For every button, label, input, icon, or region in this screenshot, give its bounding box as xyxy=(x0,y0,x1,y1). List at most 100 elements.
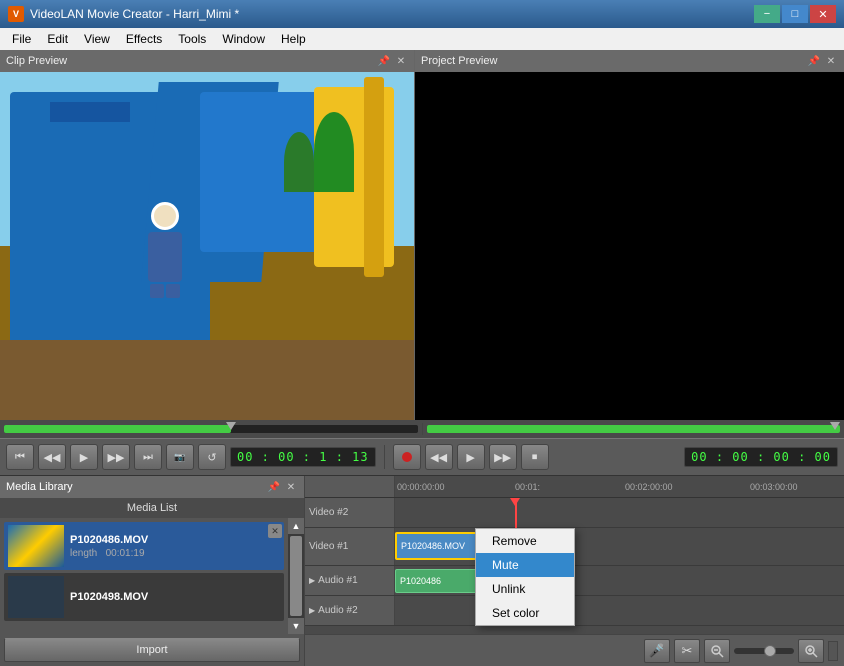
tracks-container: Video #2 Video #1 P1020486.MOV xyxy=(305,498,844,634)
close-button[interactable]: ✕ xyxy=(810,5,836,23)
zoom-out-button[interactable] xyxy=(704,639,730,663)
mic-button[interactable]: 🎤 xyxy=(644,639,670,663)
media-scroll-thumb[interactable] xyxy=(290,536,302,616)
controls-separator xyxy=(384,445,385,469)
media-item-close[interactable]: ✕ xyxy=(268,524,282,538)
media-list-inner: P1020486.MOV length 00:01:19 ✕ xyxy=(0,518,288,634)
media-name: P1020498.MOV xyxy=(70,591,280,603)
project-preview-label: Project Preview xyxy=(421,55,497,67)
bottom-area: Media Library 📌 ✕ Media List P1020486.MO… xyxy=(0,476,844,666)
title-bar-controls[interactable]: − □ ✕ xyxy=(754,5,836,23)
project-preview-header-btns: 📌 ✕ xyxy=(807,54,838,68)
media-library-label: Media Library xyxy=(6,481,73,493)
project-play-button[interactable]: ▶ xyxy=(457,444,485,470)
main-content: Clip Preview 📌 ✕ xyxy=(0,50,844,666)
project-stop-button[interactable]: ⏹ xyxy=(521,444,549,470)
track-label-audio1: ▶ Audio #1 xyxy=(305,566,395,595)
clip-preview-header: Clip Preview 📌 ✕ xyxy=(0,50,414,72)
media-thumb xyxy=(8,525,64,567)
track-content-video1[interactable]: P1020486.MOV Remove Mute Unlink Set colo… xyxy=(395,528,844,565)
zoom-in-button[interactable] xyxy=(798,639,824,663)
timeline-ruler[interactable]: 00:00:00:00 00:01: 00:02:00:00 00:03:00:… xyxy=(395,476,844,497)
media-library-header: Media Library 📌 ✕ xyxy=(0,476,304,498)
progress-bar-area xyxy=(0,420,844,438)
clip-loop-button[interactable]: ↺ xyxy=(198,444,226,470)
clip-video-area xyxy=(0,72,414,420)
clip-progress-marker xyxy=(226,422,236,430)
menu-file[interactable]: File xyxy=(4,28,39,50)
clip-name: P1020486 xyxy=(400,576,441,586)
record-button[interactable] xyxy=(393,444,421,470)
scissors-button[interactable]: ✂ xyxy=(674,639,700,663)
media-library-pin[interactable]: 📌 xyxy=(267,480,281,494)
menu-tools[interactable]: Tools xyxy=(170,28,214,50)
track-expand-arrow[interactable]: ▶ xyxy=(309,606,315,615)
track-content-video2[interactable] xyxy=(395,498,844,527)
ruler-mark: 00:02:00:00 xyxy=(625,482,673,492)
project-progress-fill xyxy=(427,425,841,433)
clip-back-step-button[interactable]: ◀◀ xyxy=(38,444,66,470)
clip-fast-forward-button[interactable]: ⏭ xyxy=(134,444,162,470)
controls-area: ⏮ ◀◀ ▶ ▶▶ ⏭ 📷 ↺ 00 : 00 : 1 : 13 ◀◀ ▶ ▶▶… xyxy=(0,438,844,476)
clip-rewind-button[interactable]: ⏮ xyxy=(6,444,34,470)
media-scroll-down[interactable]: ▼ xyxy=(288,618,304,634)
media-scroll-track[interactable]: ▲ ▼ xyxy=(288,518,304,634)
clip-preview-panel: Clip Preview 📌 ✕ xyxy=(0,50,415,420)
timeline-scroll-handle[interactable] xyxy=(828,641,838,661)
clip-play-button[interactable]: ▶ xyxy=(70,444,98,470)
media-name: P1020486.MOV xyxy=(70,534,280,546)
context-menu: Remove Mute Unlink Set color xyxy=(475,528,575,626)
import-button[interactable]: Import xyxy=(4,638,300,662)
ctx-mute[interactable]: Mute xyxy=(476,553,574,577)
clip-preview-header-btns: 📌 ✕ xyxy=(377,54,408,68)
clip-preview-pin[interactable]: 📌 xyxy=(377,54,391,68)
media-library-close[interactable]: ✕ xyxy=(284,480,298,494)
media-thumb xyxy=(8,576,64,618)
clip-progress-track[interactable] xyxy=(4,425,418,433)
media-item[interactable]: P1020486.MOV length 00:01:19 ✕ xyxy=(4,522,284,570)
project-forward-button[interactable]: ▶▶ xyxy=(489,444,517,470)
ruler-mark: 00:03:00:00 xyxy=(750,482,798,492)
menu-help[interactable]: Help xyxy=(273,28,314,50)
project-preview-header: Project Preview 📌 ✕ xyxy=(415,50,844,72)
menu-bar: File Edit View Effects Tools Window Help xyxy=(0,28,844,50)
zoom-slider[interactable] xyxy=(734,648,794,654)
zoom-thumb[interactable] xyxy=(764,645,776,657)
track-label-video1: Video #1 xyxy=(305,528,395,565)
project-back-button[interactable]: ◀◀ xyxy=(425,444,453,470)
ctx-remove[interactable]: Remove xyxy=(476,529,574,553)
track-label-text: Video #2 xyxy=(309,507,348,518)
media-item[interactable]: P1020498.MOV xyxy=(4,573,284,621)
clip-progress-fill xyxy=(4,425,231,433)
maximize-button[interactable]: □ xyxy=(782,5,808,23)
track-content-audio1[interactable]: P1020486 xyxy=(395,566,844,595)
app-icon: V xyxy=(8,6,24,22)
ctx-set-color[interactable]: Set color xyxy=(476,601,574,625)
record-dot xyxy=(402,452,412,462)
timeline-header: 00:00:00:00 00:01: 00:02:00:00 00:03:00:… xyxy=(305,476,844,498)
clip-preview-close[interactable]: ✕ xyxy=(394,54,408,68)
minimize-button[interactable]: − xyxy=(754,5,780,23)
menu-effects[interactable]: Effects xyxy=(118,28,170,50)
media-scroll-up[interactable]: ▲ xyxy=(288,518,304,534)
project-progress-track[interactable] xyxy=(427,425,841,433)
track-expand-arrow[interactable]: ▶ xyxy=(309,576,315,585)
ruler-mark: 00:01: xyxy=(515,482,540,492)
clip-preview-label: Clip Preview xyxy=(6,55,67,67)
track-label-text: Video #1 xyxy=(309,541,348,552)
track-content-audio2[interactable] xyxy=(395,596,844,625)
clip-snapshot-button[interactable]: 📷 xyxy=(166,444,194,470)
clip-forward-step-button[interactable]: ▶▶ xyxy=(102,444,130,470)
project-preview-pin[interactable]: 📌 xyxy=(807,54,821,68)
preview-area: Clip Preview 📌 ✕ xyxy=(0,50,844,420)
menu-view[interactable]: View xyxy=(76,28,118,50)
media-info: P1020486.MOV length 00:01:19 xyxy=(70,534,280,559)
ruler-mark: 00:00:00:00 xyxy=(397,482,445,492)
media-thumb-image xyxy=(8,525,64,567)
menu-window[interactable]: Window xyxy=(214,28,273,50)
ctx-unlink[interactable]: Unlink xyxy=(476,577,574,601)
project-preview-close[interactable]: ✕ xyxy=(824,54,838,68)
menu-edit[interactable]: Edit xyxy=(39,28,76,50)
media-list-scroll-container: P1020486.MOV length 00:01:19 ✕ xyxy=(0,518,304,634)
title-text: VideoLAN Movie Creator - Harri_Mimi * xyxy=(30,7,239,21)
